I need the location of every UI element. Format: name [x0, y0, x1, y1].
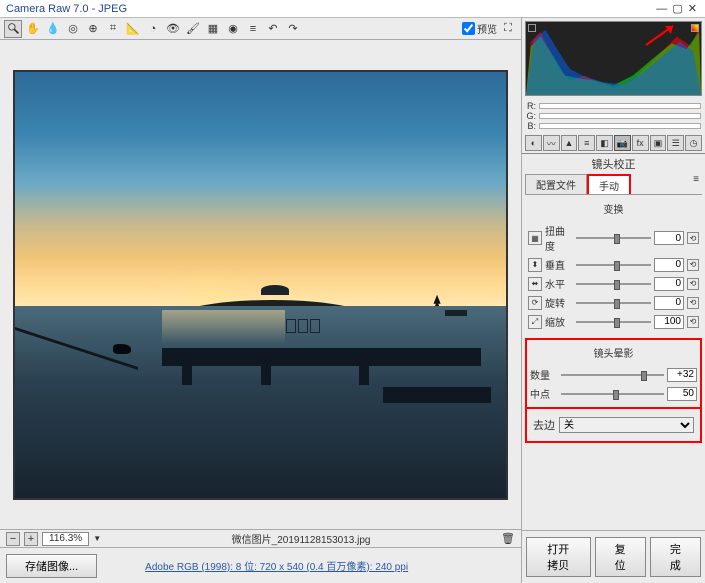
distortion-row: ▦ 扭曲度 ⟲ [528, 223, 699, 253]
midpoint-row: 中点 [530, 386, 697, 401]
rotate-reset[interactable]: ⟲ [687, 297, 699, 309]
preview-checkbox[interactable] [462, 22, 475, 35]
histogram[interactable] [525, 21, 702, 96]
distortion-slider[interactable] [576, 232, 651, 244]
spot-removal-icon[interactable]: ◔ [144, 20, 162, 38]
zoom-in-button[interactable]: + [24, 532, 38, 546]
tab-curve-icon[interactable]: 〰 [543, 135, 560, 151]
shadow-clip-icon[interactable] [528, 24, 536, 32]
vertical-icon: ⬍ [528, 258, 542, 272]
amount-slider[interactable] [561, 369, 664, 381]
color-sampler-icon[interactable]: ◎ [64, 20, 82, 38]
vertical-row: ⬍ 垂直 ⟲ [528, 257, 699, 272]
vertical-input[interactable] [654, 258, 684, 272]
radial-filter-icon[interactable]: ◉ [224, 20, 242, 38]
toolbar: ✋ 💧 ◎ ⊕ ⌗ 📐 ◔ 👁 🖌 ▦ ◉ ≡ ↶ ↷ 预览 ⛶ [0, 18, 521, 40]
adjustment-brush-icon[interactable]: 🖌 [184, 20, 202, 38]
defringe-section: 去边 关 [525, 409, 702, 443]
rotate-icon: ⟳ [528, 296, 542, 310]
rotate-cw-icon[interactable]: ↷ [284, 20, 302, 38]
white-balance-icon[interactable]: 💧 [44, 20, 62, 38]
rotate-input[interactable] [654, 296, 684, 310]
defringe-select[interactable]: 关 [559, 417, 694, 433]
transform-section: 变换 ▦ 扭曲度 ⟲ ⬍ 垂直 ⟲ ⬌ 水平 ⟲ [522, 195, 705, 336]
rotate-ccw-icon[interactable]: ↶ [264, 20, 282, 38]
app-title: Camera Raw 7.0 - JPEG [6, 3, 127, 15]
subtabs: 配置文件 手动 [522, 174, 705, 195]
midpoint-slider[interactable] [561, 388, 664, 400]
hand-tool-icon[interactable]: ✋ [24, 20, 42, 38]
tab-hsl-icon[interactable]: ≡ [578, 135, 595, 151]
zoom-tool-icon[interactable] [4, 20, 22, 38]
minimize-icon[interactable]: — [656, 3, 667, 15]
tab-split-icon[interactable]: ◧ [596, 135, 613, 151]
midpoint-input[interactable] [667, 387, 697, 401]
scale-slider[interactable] [576, 316, 651, 328]
zoom-out-button[interactable]: − [6, 532, 20, 546]
horizontal-slider[interactable] [576, 278, 651, 290]
distortion-reset[interactable]: ⟲ [687, 232, 699, 244]
fullscreen-icon[interactable]: ⛶ [499, 20, 517, 38]
workflow-link[interactable]: Adobe RGB (1998): 8 位: 720 x 540 (0.4 百万… [105, 558, 515, 573]
close-icon[interactable]: ✕ [688, 3, 697, 15]
crop-tool-icon[interactable]: ⌗ [104, 20, 122, 38]
subtab-manual[interactable]: 手动 [587, 174, 631, 195]
transform-title: 变换 [528, 198, 699, 219]
vertical-reset[interactable]: ⟲ [687, 259, 699, 271]
rotate-row: ⟳ 旋转 ⟲ [528, 295, 699, 310]
amount-row: 数量 [530, 367, 697, 382]
horizontal-reset[interactable]: ⟲ [687, 278, 699, 290]
target-adjust-icon[interactable]: ⊕ [84, 20, 102, 38]
tab-detail-icon[interactable]: ▲ [561, 135, 578, 151]
rgb-readout: R: G: B: [526, 101, 701, 131]
rotate-slider[interactable] [576, 297, 651, 309]
defringe-label: 去边 [533, 417, 555, 433]
tab-camera-icon[interactable]: ▣ [650, 135, 667, 151]
scale-row: ⤢ 缩放 ⟲ [528, 314, 699, 329]
vignette-title: 镜头晕影 [530, 342, 697, 363]
zoom-bar: − + 116.3% ▼ 微信图片_20191128153013.jpg 🗑 [0, 529, 521, 547]
tab-basic-icon[interactable]: ◐ [525, 135, 542, 151]
save-image-button[interactable]: 存储图像... [6, 554, 97, 578]
straighten-icon[interactable]: 📐 [124, 20, 142, 38]
tab-snapshot-icon[interactable]: ◷ [685, 135, 702, 151]
amount-input[interactable] [667, 368, 697, 382]
horizontal-input[interactable] [654, 277, 684, 291]
open-copy-button[interactable]: 打开拷贝 [526, 537, 591, 577]
graduated-filter-icon[interactable]: ▦ [204, 20, 222, 38]
trash-icon[interactable]: 🗑 [501, 532, 515, 545]
scale-input[interactable] [654, 315, 684, 329]
highlight-clip-icon[interactable] [691, 24, 699, 32]
tab-fx-icon[interactable]: fx [632, 135, 649, 151]
scale-reset[interactable]: ⟲ [687, 316, 699, 328]
maximize-icon[interactable]: ▢ [672, 3, 682, 15]
tab-presets-icon[interactable]: ☰ [667, 135, 684, 151]
panel-tabs: ◐ 〰 ▲ ≡ ◧ 📷 fx ▣ ☰ ◷ [522, 133, 705, 154]
zoom-value[interactable]: 116.3% [42, 532, 89, 546]
title-bar: Camera Raw 7.0 - JPEG — ▢ ✕ [0, 0, 705, 18]
redeye-icon[interactable]: 👁 [164, 20, 182, 38]
tab-lens-icon[interactable]: 📷 [614, 135, 631, 151]
preview-label: 预览 [477, 21, 497, 36]
panel-title: 镜头校正 [522, 154, 705, 174]
prefs-icon[interactable]: ≡ [244, 20, 262, 38]
scale-icon: ⤢ [528, 315, 542, 329]
file-name: 微信图片_20191128153013.jpg [105, 531, 497, 546]
distortion-icon: ▦ [528, 231, 542, 245]
horizontal-row: ⬌ 水平 ⟲ [528, 276, 699, 291]
reset-button[interactable]: 复位 [595, 537, 646, 577]
subtab-profile[interactable]: 配置文件 [525, 174, 587, 195]
done-button[interactable]: 完成 [650, 537, 701, 577]
vertical-slider[interactable] [576, 259, 651, 271]
image-preview[interactable] [13, 70, 508, 500]
vignette-section: 镜头晕影 数量 中点 [525, 338, 702, 409]
horizontal-icon: ⬌ [528, 277, 542, 291]
distortion-input[interactable] [654, 231, 684, 245]
